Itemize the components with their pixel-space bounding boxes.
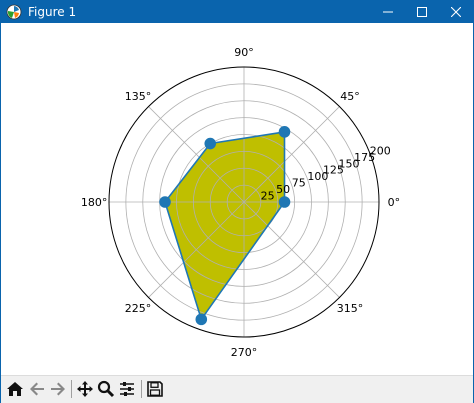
forward-icon <box>51 382 65 396</box>
angular-tick-label: 90° <box>234 46 254 59</box>
angular-tick-label: 45° <box>340 90 360 103</box>
radial-tick-label: 75 <box>292 177 306 190</box>
matplotlib-logo-icon <box>6 4 22 20</box>
configure-subplots-button[interactable] <box>116 378 138 400</box>
angular-gridline <box>243 201 340 298</box>
minimize-icon <box>383 11 393 13</box>
maximize-button[interactable] <box>405 1 439 23</box>
radial-tick-label: 200 <box>370 144 391 157</box>
zoom-icon <box>97 380 115 398</box>
title-bar[interactable]: Figure 1 <box>1 1 473 23</box>
data-fill-area <box>165 131 285 320</box>
back-button[interactable] <box>26 378 48 400</box>
navigation-toolbar <box>1 375 473 403</box>
pan-icon <box>77 381 93 397</box>
angular-tick-label: 135° <box>125 90 152 103</box>
save-icon <box>147 381 163 397</box>
polar-chart: 0°45°90°135°180°225°270°315°25 50 75 100125… <box>81 46 401 359</box>
data-point-marker <box>195 313 208 326</box>
save-button[interactable] <box>144 378 166 400</box>
window-title: Figure 1 <box>28 5 77 19</box>
radial-tick-label: 50 <box>276 183 290 196</box>
close-icon <box>451 7 461 17</box>
back-icon <box>30 382 44 396</box>
maximize-icon <box>417 7 427 17</box>
figure-canvas[interactable]: 0° 45° 90° 135° 180° 225° 270° 315° 25 50 75 100 125… <box>1 23 473 375</box>
home-icon <box>7 382 23 396</box>
data-point-marker <box>159 196 171 208</box>
angular-tick-label: 180° <box>81 196 108 209</box>
zoom-button[interactable] <box>95 378 117 400</box>
close-button[interactable] <box>439 1 473 23</box>
figure-window: Figure 1 0° 45° 90° 135° 180° 225° 270° 315° 25 5… <box>0 0 474 403</box>
angular-tick-label: 270° <box>231 346 258 359</box>
configure-subplots-icon <box>120 382 134 396</box>
data-point-marker <box>278 126 291 138</box>
data-point-marker <box>278 196 291 208</box>
home-button[interactable] <box>4 378 26 400</box>
angular-tick-label: 0° <box>388 196 401 209</box>
pan-button[interactable] <box>74 378 96 400</box>
radial-tick-label: 25 <box>261 190 275 203</box>
angular-tick-label: 315° <box>337 302 364 315</box>
forward-button[interactable] <box>47 378 69 400</box>
toolbar-separator <box>141 380 142 398</box>
toolbar-separator <box>71 380 72 398</box>
angular-tick-label: 225° <box>125 302 152 315</box>
data-point-marker <box>204 137 217 150</box>
minimize-button[interactable] <box>371 1 405 23</box>
